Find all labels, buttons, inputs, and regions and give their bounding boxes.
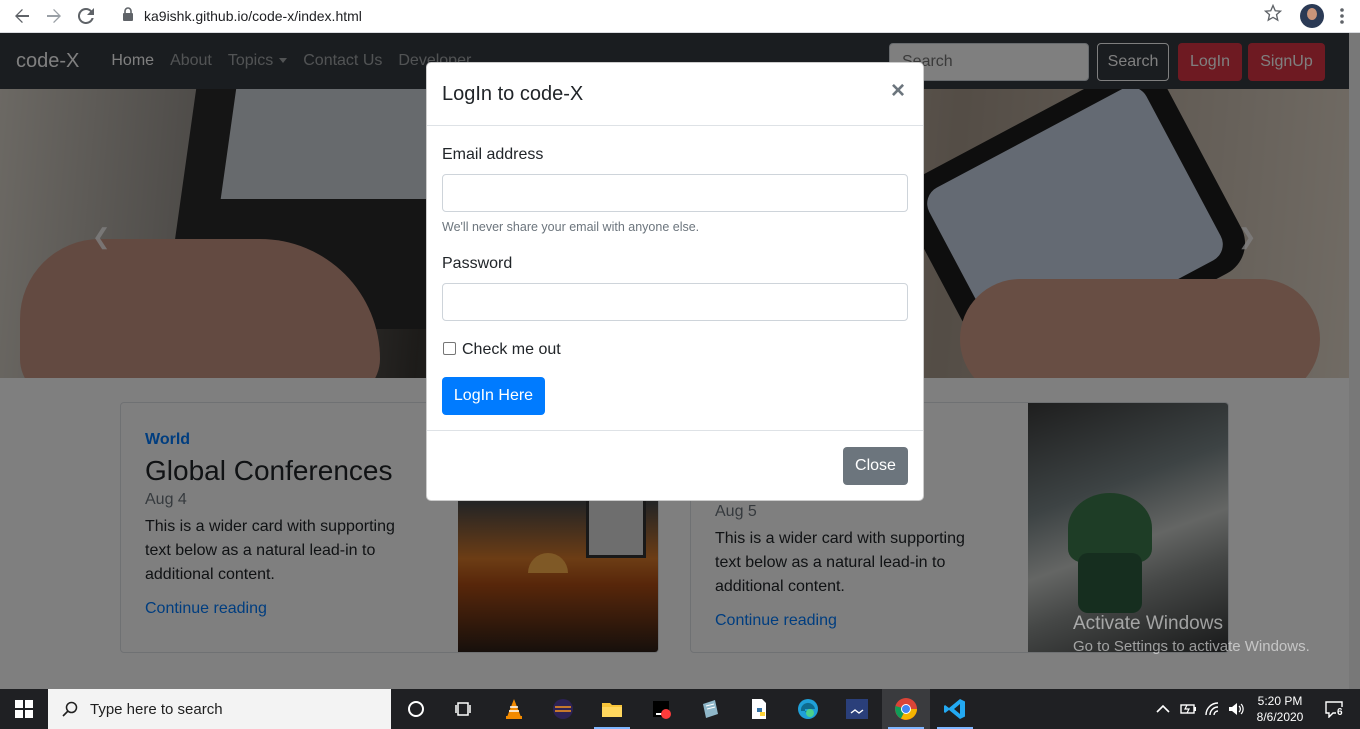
- python-file-icon[interactable]: [735, 689, 783, 729]
- lock-icon[interactable]: [122, 6, 134, 26]
- browser-toolbar: ka9ishk.github.io/code-x/index.html: [0, 0, 1360, 33]
- profile-avatar[interactable]: [1300, 4, 1324, 28]
- battery-icon[interactable]: [1180, 689, 1198, 729]
- wifi-icon[interactable]: [1205, 689, 1223, 729]
- edge-icon[interactable]: [784, 689, 832, 729]
- checkbox-label[interactable]: Check me out: [462, 341, 561, 359]
- modal-header: LogIn to code-X ×: [427, 63, 923, 126]
- email-field[interactable]: [442, 174, 908, 212]
- password-label: Password: [442, 255, 513, 272]
- taskbar-clock[interactable]: 5:20 PM 8/6/2020: [1250, 693, 1310, 725]
- forward-arrow-icon[interactable]: [38, 2, 70, 30]
- activate-windows-subtitle: Go to Settings to activate Windows.: [1073, 638, 1310, 655]
- address-bar[interactable]: ka9ishk.github.io/code-x/index.html: [144, 8, 362, 24]
- volume-icon[interactable]: [1228, 689, 1246, 729]
- check-me-out-checkbox[interactable]: [443, 342, 456, 355]
- clock-time: 5:20 PM: [1257, 694, 1303, 708]
- dev-cpp-icon[interactable]: [833, 689, 881, 729]
- activate-windows-title: Activate Windows: [1073, 613, 1223, 634]
- vlc-icon[interactable]: [490, 689, 538, 729]
- login-modal: LogIn to code-X × Email address We'll ne…: [426, 62, 924, 501]
- eclipse-icon[interactable]: [539, 689, 587, 729]
- windows-start-icon[interactable]: [0, 689, 48, 729]
- email-help-text: We'll never share your email with anyone…: [442, 220, 700, 234]
- windows-taskbar: Type here to search 5:20 PM 8/6/2020 6: [0, 689, 1360, 729]
- password-field[interactable]: [442, 283, 908, 321]
- close-button[interactable]: Close: [843, 447, 908, 485]
- taskbar-search-placeholder: Type here to search: [90, 700, 223, 718]
- file-explorer-icon[interactable]: [588, 689, 636, 729]
- show-hidden-icons-chevron-icon[interactable]: [1156, 689, 1170, 729]
- close-icon[interactable]: ×: [891, 79, 905, 103]
- modal-body: Email address We'll never share your ema…: [427, 126, 923, 431]
- clock-date: 8/6/2020: [1256, 710, 1304, 724]
- taskbar-search-box[interactable]: Type here to search: [48, 689, 391, 729]
- login-submit-button[interactable]: LogIn Here: [442, 377, 545, 415]
- search-icon: [62, 701, 78, 717]
- email-label: Email address: [442, 146, 544, 163]
- jetbrains-toolbox-icon[interactable]: [637, 689, 685, 729]
- task-view-icon[interactable]: [440, 689, 488, 729]
- modal-title: LogIn to code-X: [442, 83, 584, 105]
- bookmark-star-icon[interactable]: [1263, 3, 1283, 27]
- modal-footer: Close: [427, 431, 923, 500]
- reload-icon[interactable]: [70, 2, 102, 30]
- chrome-icon[interactable]: [882, 689, 930, 729]
- back-arrow-icon[interactable]: [6, 2, 38, 30]
- notification-center-icon[interactable]: 6: [1324, 689, 1344, 729]
- cortana-icon[interactable]: [392, 689, 440, 729]
- notepad-icon[interactable]: [686, 689, 734, 729]
- vscode-icon[interactable]: [931, 689, 979, 729]
- browser-menu-icon[interactable]: [1332, 6, 1352, 26]
- notification-count-badge: 6: [1336, 707, 1344, 718]
